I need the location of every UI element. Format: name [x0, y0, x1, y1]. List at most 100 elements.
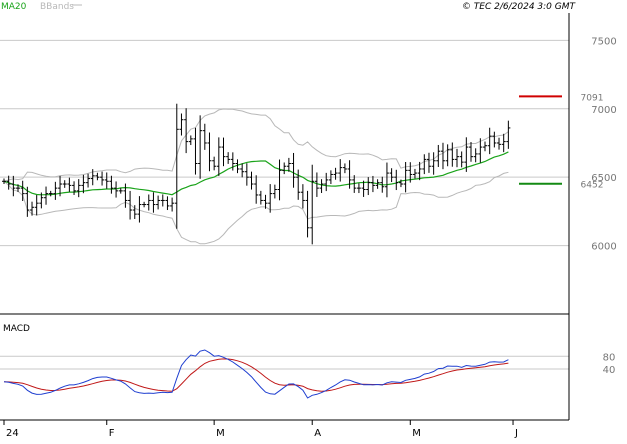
y-tick-label: 6500 [591, 173, 616, 184]
price-bar [310, 164, 315, 245]
price-bar [44, 186, 49, 205]
price-bar [240, 163, 245, 178]
price-bar [314, 172, 319, 197]
price-bar [118, 188, 123, 194]
chart-root: 7091 6452 7500 7000 6500 6000 80 40 24 F M A M J MA2… [0, 0, 627, 440]
price-bar [483, 141, 488, 152]
macd-tick-label: 80 [603, 352, 616, 363]
price-bar [151, 192, 156, 213]
price-bar [109, 175, 114, 194]
x-tick-label: A [314, 428, 321, 439]
copyright-text: © TEC 2/6/2024 3:0 GMT [462, 2, 577, 12]
price-bar [426, 152, 431, 173]
price-bar [53, 181, 58, 200]
price-bar [272, 184, 277, 199]
x-tick-label: 24 [6, 428, 19, 439]
price-bar [469, 141, 473, 162]
price-bar [305, 190, 310, 238]
stock-chart: 70916452 7500700065006000804024 F M A M J MA2… [0, 2, 617, 439]
macd-lines [3, 349, 509, 399]
price-bar [86, 173, 91, 188]
macd-line [3, 349, 509, 399]
price-bar [30, 201, 35, 216]
price-bar [254, 175, 259, 204]
price-bar [277, 159, 282, 201]
price-bar [291, 152, 296, 188]
price-bar [324, 172, 329, 192]
price-bar [258, 190, 263, 205]
price-bar [440, 142, 445, 170]
price-bar [282, 162, 287, 175]
macd-tick-label: 40 [603, 365, 616, 376]
price-bar [454, 148, 459, 168]
resistance-label: 7091 [581, 93, 604, 103]
legend-bbands: BBands [40, 2, 74, 12]
y-tick-label: 6000 [591, 242, 616, 253]
price-bar [165, 196, 170, 211]
price-bar [184, 108, 189, 154]
price-bar [34, 195, 39, 216]
price-bar [20, 180, 25, 201]
macd-signal-line [3, 358, 509, 392]
price-bar [179, 113, 184, 136]
price-bar [366, 177, 371, 196]
price-bar [48, 190, 53, 197]
price-bar [216, 137, 221, 176]
price-bar [249, 171, 254, 190]
price-bar [384, 162, 389, 198]
price-bar [356, 183, 361, 194]
price-bar [226, 152, 231, 164]
price-bar [319, 179, 324, 193]
price-bar [473, 148, 478, 163]
price-bar [221, 137, 226, 167]
price-bar [95, 172, 100, 181]
macd-label: MACD [3, 324, 30, 334]
price-bar [62, 180, 67, 188]
y-tick-label: 7000 [591, 105, 616, 116]
price-bar [76, 179, 81, 198]
price-bar [100, 171, 105, 186]
price-bar [174, 103, 179, 229]
y-tick-label: 7500 [591, 36, 616, 47]
price-bar [142, 201, 147, 208]
price-bar [67, 177, 72, 192]
price-bar [198, 115, 203, 179]
price-bar [104, 172, 109, 189]
price-bar [422, 154, 427, 175]
x-tick-label: M [412, 428, 421, 439]
price-bar [370, 175, 375, 193]
price-bar [300, 184, 305, 209]
price-bar [202, 123, 207, 150]
price-bar [459, 151, 464, 168]
price-bar [188, 135, 193, 146]
bband-upper-line [3, 108, 509, 182]
price-bars [2, 103, 511, 245]
legend-ma20: MA20 [1, 2, 27, 12]
price-bar [497, 137, 502, 150]
price-bar [342, 163, 347, 174]
grid-lines [0, 39, 569, 370]
chart-axes [0, 13, 570, 421]
x-tick-label: J [514, 428, 518, 439]
price-bar [193, 127, 198, 175]
price-bar [450, 142, 455, 167]
price-bar [156, 195, 161, 210]
price-bar [389, 168, 394, 183]
price-bar [333, 167, 338, 180]
price-bar [487, 127, 492, 155]
price-bar [501, 133, 506, 153]
price-bar [72, 181, 77, 195]
x-tick-label: M [216, 428, 225, 439]
price-bar [506, 120, 511, 149]
price-bar [431, 152, 436, 175]
price-bar [146, 194, 151, 211]
price-bar [244, 163, 249, 186]
price-bar [170, 197, 175, 212]
price-bar [394, 169, 399, 191]
x-tick-label: F [109, 428, 115, 439]
price-bar [445, 144, 450, 167]
price-bar [160, 194, 165, 207]
price-bar [338, 159, 343, 182]
price-bar [207, 132, 212, 172]
price-bar [2, 178, 6, 185]
